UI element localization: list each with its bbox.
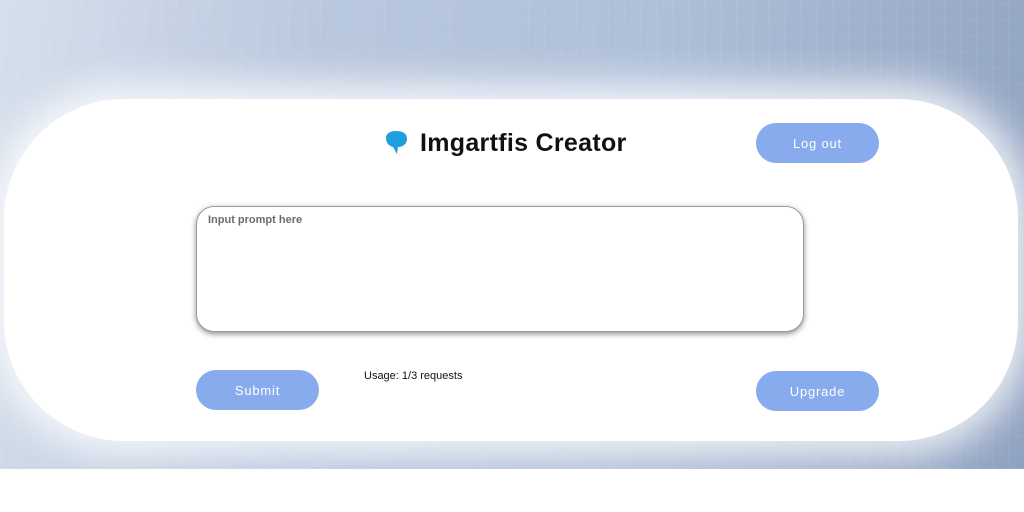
prompt-input[interactable] — [196, 206, 804, 332]
logout-button[interactable]: Log out — [756, 123, 879, 163]
chat-bubble-icon — [382, 129, 410, 157]
upgrade-button[interactable]: Upgrade — [756, 371, 879, 411]
submit-button[interactable]: Submit — [196, 370, 319, 410]
app-header: Imgartfis Creator — [382, 127, 627, 159]
usage-counter: Usage: 1/3 requests — [364, 370, 463, 382]
app-title: Imgartfis Creator — [420, 128, 627, 157]
